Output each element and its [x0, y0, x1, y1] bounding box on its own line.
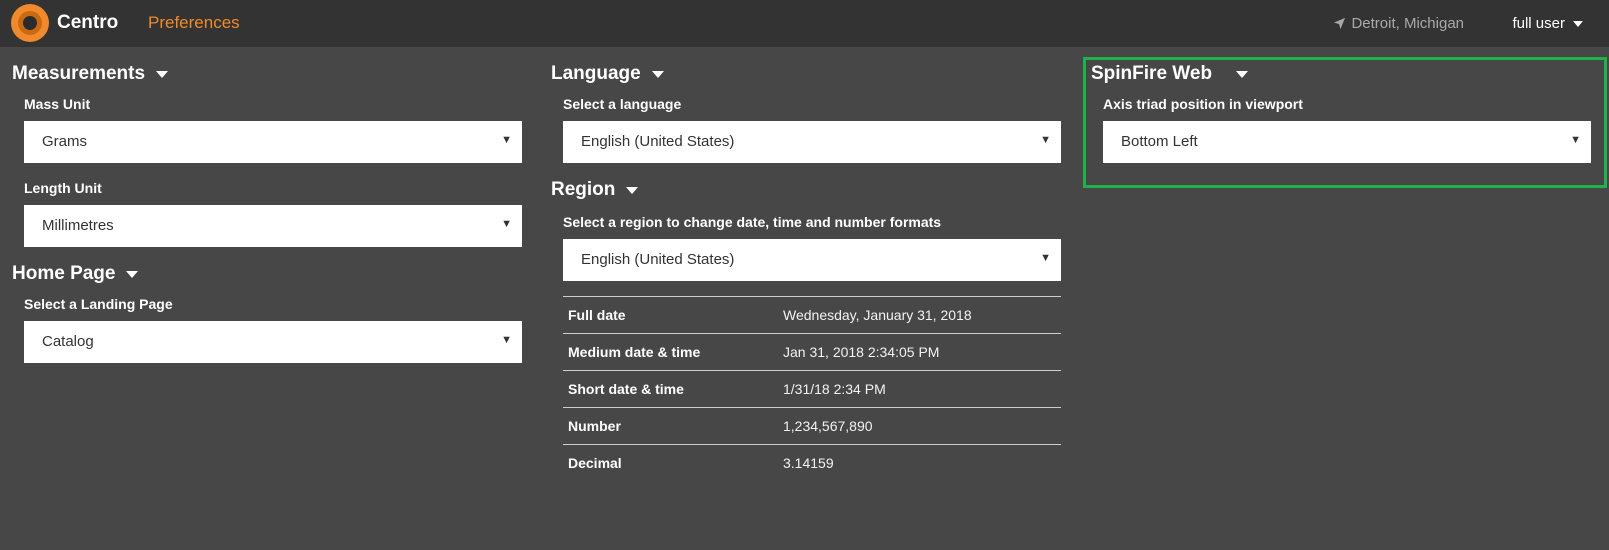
- format-value: Jan 31, 2018 2:34:05 PM: [778, 333, 1061, 371]
- table-row: Full date Wednesday, January 31, 2018: [563, 296, 1061, 334]
- format-label: Number: [563, 407, 778, 445]
- language-section-toggle[interactable]: Language: [551, 62, 1061, 86]
- dropdown-arrow-icon: ▼: [501, 218, 512, 230]
- chevron-down-icon: [156, 70, 169, 78]
- mass-unit-value: Grams: [42, 133, 87, 150]
- language-title: Language: [551, 63, 641, 84]
- axis-triad-label: Axis triad position in viewport: [1103, 96, 1303, 112]
- home-page-section-toggle[interactable]: Home Page: [12, 262, 522, 286]
- chevron-down-icon: [651, 70, 664, 78]
- region-title: Region: [551, 179, 616, 200]
- region-select[interactable]: English (United States) ▼: [563, 239, 1061, 281]
- landing-page-select[interactable]: Catalog ▼: [24, 321, 522, 363]
- measurements-section-toggle[interactable]: Measurements: [12, 62, 522, 86]
- language-value: English (United States): [581, 133, 735, 150]
- location-indicator[interactable]: Detroit, Michigan: [1333, 15, 1464, 32]
- dropdown-arrow-icon: ▼: [1570, 134, 1581, 146]
- format-value: Wednesday, January 31, 2018: [778, 296, 1061, 334]
- dropdown-arrow-icon: ▼: [1040, 252, 1051, 264]
- axis-triad-value: Bottom Left: [1121, 133, 1198, 150]
- mass-unit-select[interactable]: Grams ▼: [24, 121, 522, 163]
- language-select[interactable]: English (United States) ▼: [563, 121, 1061, 163]
- length-unit-select[interactable]: Millimetres ▼: [24, 205, 522, 247]
- preferences-link[interactable]: Preferences: [148, 13, 240, 33]
- length-unit-value: Millimetres: [42, 217, 114, 234]
- landing-page-label: Select a Landing Page: [24, 296, 173, 312]
- column-right: SpinFire Web Axis triad position in view…: [1091, 62, 1591, 163]
- table-row: Number 1,234,567,890: [563, 407, 1061, 445]
- chevron-down-icon: [1236, 70, 1249, 78]
- region-select-label: Select a region to change date, time and…: [563, 214, 942, 230]
- chevron-down-icon: [1573, 20, 1583, 27]
- axis-triad-select[interactable]: Bottom Left ▼: [1103, 121, 1591, 163]
- location-text: Detroit, Michigan: [1351, 15, 1464, 32]
- mass-unit-label: Mass Unit: [24, 96, 91, 112]
- dropdown-arrow-icon: ▼: [501, 334, 512, 346]
- format-label: Decimal: [563, 444, 778, 482]
- measurements-title: Measurements: [12, 63, 146, 84]
- table-row: Decimal 3.14159: [563, 444, 1061, 482]
- format-value: 3.14159: [778, 444, 1061, 482]
- region-value: English (United States): [581, 251, 735, 268]
- landing-page-value: Catalog: [42, 333, 94, 350]
- brand-name[interactable]: Centro: [57, 12, 118, 34]
- format-label: Short date & time: [563, 370, 778, 408]
- top-navbar: Centro Preferences Detroit, Michigan ful…: [0, 0, 1609, 47]
- user-menu[interactable]: full user: [1512, 15, 1583, 32]
- table-row: Medium date & time Jan 31, 2018 2:34:05 …: [563, 333, 1061, 371]
- centro-logo-icon[interactable]: [11, 4, 49, 42]
- location-arrow-icon: [1334, 17, 1346, 30]
- spinfire-title: SpinFire Web: [1091, 63, 1213, 84]
- format-label: Full date: [563, 296, 778, 334]
- column-left: Measurements Mass Unit Grams ▼ Length Un…: [12, 62, 522, 363]
- format-value: 1/31/18 2:34 PM: [778, 370, 1061, 408]
- table-row: Short date & time 1/31/18 2:34 PM: [563, 370, 1061, 408]
- dropdown-arrow-icon: ▼: [501, 134, 512, 146]
- format-value: 1,234,567,890: [778, 407, 1061, 445]
- region-formats-table: Full date Wednesday, January 31, 2018 Me…: [563, 296, 1061, 482]
- language-select-label: Select a language: [563, 96, 682, 112]
- chevron-down-icon: [626, 186, 639, 194]
- user-name: full user: [1512, 15, 1565, 32]
- length-unit-label: Length Unit: [24, 180, 102, 196]
- format-label: Medium date & time: [563, 333, 778, 371]
- column-middle: Language Select a language English (Unit…: [551, 62, 1061, 482]
- dropdown-arrow-icon: ▼: [1040, 134, 1051, 146]
- spinfire-section-toggle[interactable]: SpinFire Web: [1091, 62, 1591, 86]
- chevron-down-icon: [126, 270, 139, 278]
- home-page-title: Home Page: [12, 263, 116, 284]
- region-section-toggle[interactable]: Region: [551, 178, 1061, 202]
